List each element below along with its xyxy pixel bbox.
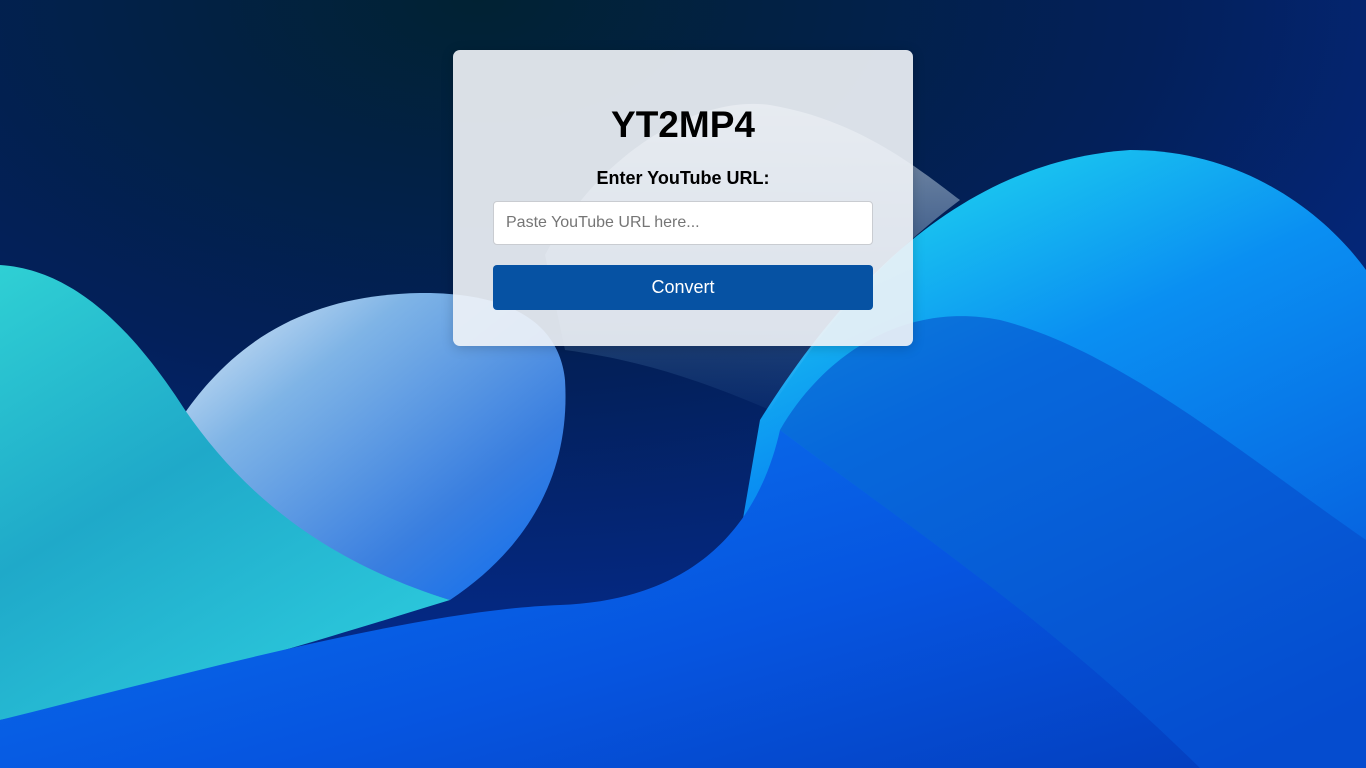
converter-card: YT2MP4 Enter YouTube URL: Convert — [453, 50, 913, 346]
convert-button[interactable]: Convert — [493, 265, 873, 310]
app-title: YT2MP4 — [611, 104, 755, 145]
youtube-url-input[interactable] — [493, 201, 873, 245]
url-label: Enter YouTube URL: — [596, 168, 770, 188]
